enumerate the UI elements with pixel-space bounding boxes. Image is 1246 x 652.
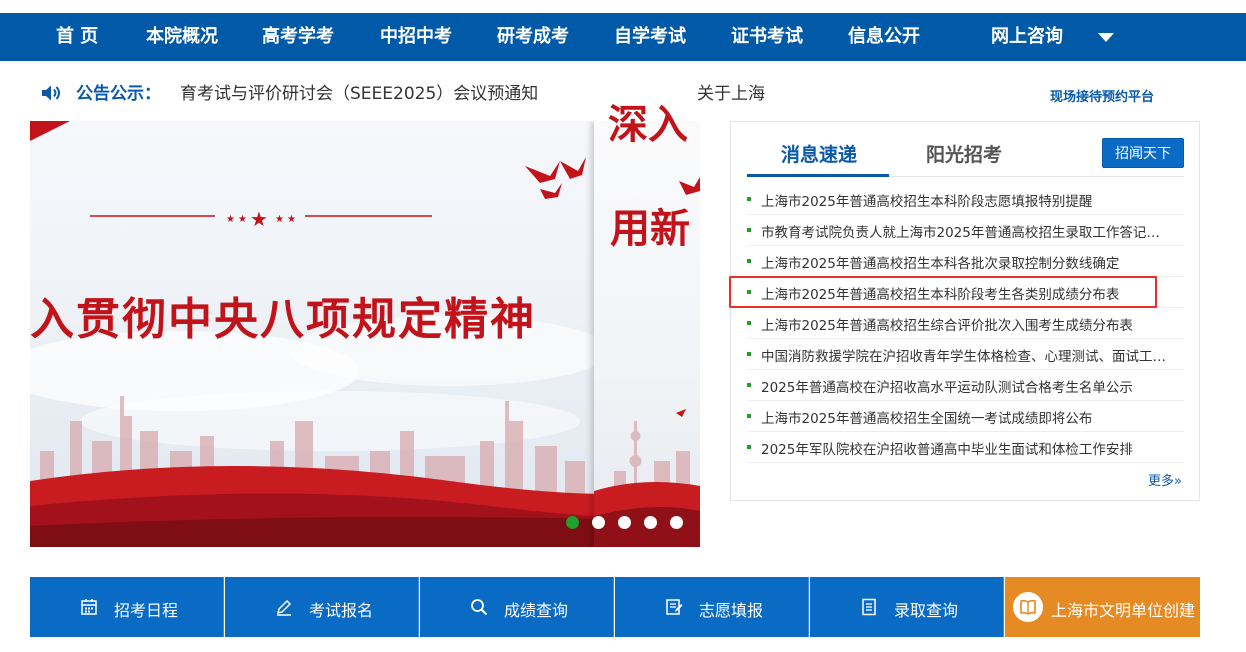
news-item[interactable]: 市教育考试院负责人就上海市2025年普通高校招生录取工作答记者问: [747, 215, 1184, 246]
bullet-icon: [747, 352, 751, 356]
quick-exam-schedule[interactable]: 招考日程: [30, 577, 224, 637]
nav-item-about[interactable]: 本院概况: [146, 13, 218, 61]
banner-slogan-right-bottom: 用新: [610, 206, 690, 252]
svg-text:★: ★: [226, 214, 235, 225]
quick-label: 考试报名: [309, 601, 374, 620]
tab-sunshine-admission[interactable]: 阳光招考: [926, 140, 1002, 167]
nav-item-gaokao[interactable]: 高考学考: [262, 13, 334, 61]
active-tab-indicator: [747, 174, 889, 177]
banner-carousel[interactable]: ★ ★ ★ ★ ★ 入贯彻中央八项规定精神: [30, 121, 700, 547]
bullet-icon: [747, 445, 751, 449]
quick-label: 招考日程: [114, 601, 179, 620]
news-item[interactable]: 中国消防救援学院在沪招收青年学生体格检查、心理测试、面试工作安排: [747, 339, 1184, 370]
svg-text:★: ★: [238, 214, 247, 225]
nav-item-yankao[interactable]: 研考成考: [497, 13, 569, 61]
news-item[interactable]: 上海市2025年普通高校招生全国统一考试成绩即将公布: [747, 401, 1184, 432]
news-item[interactable]: 上海市2025年普通高校招生综合评价批次入围考生成绩分布表: [747, 308, 1184, 339]
edit-form-icon: [666, 599, 683, 615]
carousel-dot[interactable]: [566, 516, 579, 529]
quick-label: 成绩查询: [504, 601, 569, 620]
quick-label: 上海市文明单位创建: [1051, 601, 1196, 620]
news-item[interactable]: 2025年军队院校在沪招收普通高中毕业生面试和体检工作安排: [747, 432, 1184, 463]
pencil-icon: [276, 599, 292, 616]
banner-slogan-main: 入贯彻中央八项规定精神: [30, 294, 536, 345]
tab-news-express[interactable]: 消息速递: [781, 140, 857, 167]
svg-text:★: ★: [287, 214, 296, 225]
nav-item-xinxi[interactable]: 信息公开: [848, 13, 920, 61]
news-title: 上海市2025年普通高校招生本科各批次录取控制分数线确定: [761, 256, 1120, 272]
bullet-icon: [747, 259, 751, 263]
news-item-highlighted[interactable]: 上海市2025年普通高校招生本科阶段考生各类别成绩分布表: [729, 276, 1184, 308]
notice-link[interactable]: 育考试与评价研讨会（SEEE2025）会议预通知: [180, 79, 538, 104]
quick-exam-registration[interactable]: 考试报名: [225, 577, 419, 637]
banner-next-slide-peek: [594, 121, 700, 547]
document-icon: [862, 598, 876, 616]
bullet-icon: [747, 321, 751, 325]
quick-civilized-unit[interactable]: 上海市文明单位创建: [1005, 577, 1200, 637]
news-item[interactable]: 上海市2025年普通高校招生本科各批次录取控制分数线确定: [747, 246, 1184, 277]
news-title: 上海市2025年普通高校招生全国统一考试成绩即将公布: [761, 411, 1093, 427]
news-list: 上海市2025年普通高校招生本科阶段志愿填报特别提醒 市教育考试院负责人就上海市…: [729, 184, 1184, 463]
zhaowen-tianxia-button[interactable]: 招闻天下: [1102, 138, 1184, 168]
book-icon: [1020, 599, 1036, 615]
news-title: 2025年普通高校在沪招收高水平运动队测试合格考生名单公示: [761, 380, 1133, 396]
svg-text:★: ★: [275, 214, 284, 225]
nav-item-zhengshu[interactable]: 证书考试: [731, 13, 803, 61]
bullet-icon: [747, 383, 751, 387]
news-title: 上海市2025年普通高校招生本科阶段志愿填报特别提醒: [761, 194, 1093, 210]
carousel-dot[interactable]: [670, 516, 683, 529]
carousel-dot[interactable]: [592, 516, 605, 529]
quick-label: 录取查询: [894, 601, 959, 620]
quick-admission-query[interactable]: 录取查询: [810, 577, 1004, 637]
carousel-dot[interactable]: [644, 516, 657, 529]
carousel-dot[interactable]: [618, 516, 631, 529]
news-title: 中国消防救援学院在沪招收青年学生体格检查、心理测试、面试工作安排: [761, 349, 1173, 365]
bullet-icon: [747, 197, 751, 201]
news-title: 上海市2025年普通高校招生本科阶段考生各类别成绩分布表: [761, 287, 1120, 303]
nav-item-home[interactable]: 首 页: [56, 13, 98, 61]
news-item[interactable]: 上海市2025年普通高校招生本科阶段志愿填报特别提醒: [747, 184, 1184, 215]
quick-volunteer-fill[interactable]: 志愿填报: [615, 577, 809, 637]
bullet-icon: [747, 290, 751, 294]
banner-slogan-right-top: 深入: [608, 102, 688, 148]
nav-item-consult[interactable]: 网上咨询: [991, 13, 1063, 61]
search-icon: [471, 599, 488, 616]
nav-item-zixue[interactable]: 自学考试: [614, 13, 686, 61]
banner-right-artwork: [594, 177, 700, 547]
quick-label: 志愿填报: [699, 601, 764, 620]
news-item[interactable]: 2025年普通高校在沪招收高水平运动队测试合格考生名单公示: [747, 370, 1184, 401]
bullet-icon: [747, 228, 751, 232]
news-title: 市教育考试院负责人就上海市2025年普通高校招生录取工作答记者问: [761, 225, 1173, 241]
bullet-icon: [747, 414, 751, 418]
notice-label: 公告公示：: [76, 84, 161, 104]
notice-link[interactable]: 关于上海: [697, 79, 765, 104]
calendar-icon: [81, 599, 97, 615]
svg-text:★: ★: [250, 207, 268, 231]
reservation-platform-link[interactable]: 现场接待预约平台: [1050, 86, 1154, 105]
nav-dropdown-arrow-icon[interactable]: [1098, 33, 1114, 42]
quick-access-bar: 招考日程 考试报名 成绩查询 志愿填报 录取查询 上海市文明单位创建: [30, 577, 1200, 637]
more-link[interactable]: 更多»: [1148, 470, 1182, 489]
quick-score-query[interactable]: 成绩查询: [420, 577, 614, 637]
news-panel: 消息速递 阳光招考 招闻天下 上海市2025年普通高校招生本科阶段志愿填报特别提…: [729, 121, 1200, 501]
news-title: 上海市2025年普通高校招生综合评价批次入围考生成绩分布表: [761, 318, 1133, 334]
top-nav: 首 页 本院概况 高考学考 中招中考 研考成考 自学考试 证书考试 信息公开 网…: [0, 13, 1246, 61]
news-title: 2025年军队院校在沪招收普通高中毕业生面试和体检工作安排: [761, 442, 1133, 458]
nav-item-zhongkao[interactable]: 中招中考: [380, 13, 452, 61]
speaker-icon: [42, 85, 60, 101]
